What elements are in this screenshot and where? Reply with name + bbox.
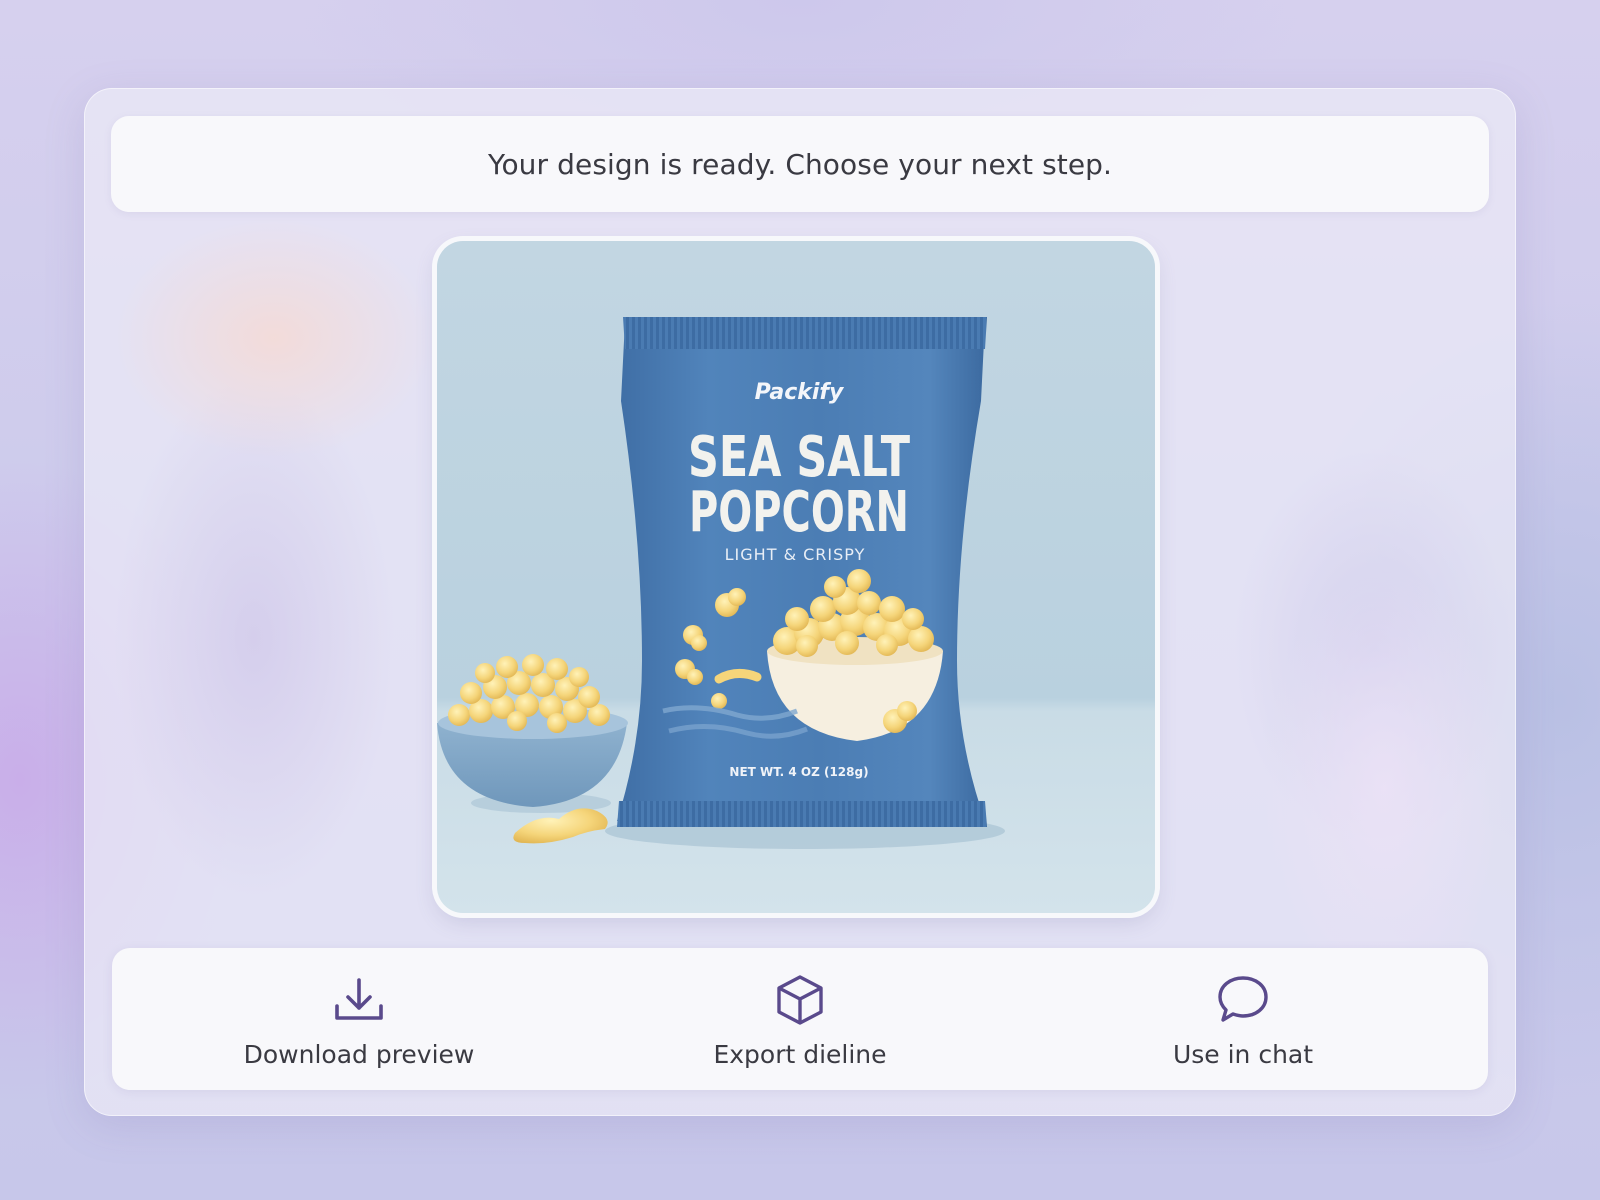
packaging-mockup-image: Packify SEA SALT POPCORN LIGHT & CRISPY — [437, 241, 1155, 913]
next-step-actions: Download preview Export dieline Use in c… — [112, 948, 1488, 1090]
chat-bubble-icon — [1218, 976, 1268, 1022]
export-dieline-label: Export dieline — [713, 1040, 887, 1069]
bag-tagline: LIGHT & CRISPY — [725, 545, 866, 564]
bag-product-line2: POPCORN — [689, 480, 909, 545]
download-icon — [335, 978, 383, 1020]
export-dieline-button[interactable]: Export dieline — [650, 948, 950, 1090]
status-banner: Your design is ready. Choose your next s… — [111, 116, 1489, 212]
download-preview-button[interactable]: Download preview — [209, 948, 509, 1090]
download-preview-label: Download preview — [243, 1040, 475, 1069]
bag-brand-text: Packify — [755, 380, 845, 405]
bag-net-weight: NET WT. 4 OZ (128g) — [729, 765, 868, 779]
design-ready-panel: Your design is ready. Choose your next s… — [84, 88, 1516, 1116]
use-in-chat-label: Use in chat — [1172, 1040, 1314, 1069]
use-in-chat-button[interactable]: Use in chat — [1093, 948, 1393, 1090]
status-message: Your design is ready. Choose your next s… — [487, 147, 1113, 181]
cube-icon — [777, 975, 823, 1025]
design-preview-card[interactable]: Packify SEA SALT POPCORN LIGHT & CRISPY — [437, 241, 1155, 913]
